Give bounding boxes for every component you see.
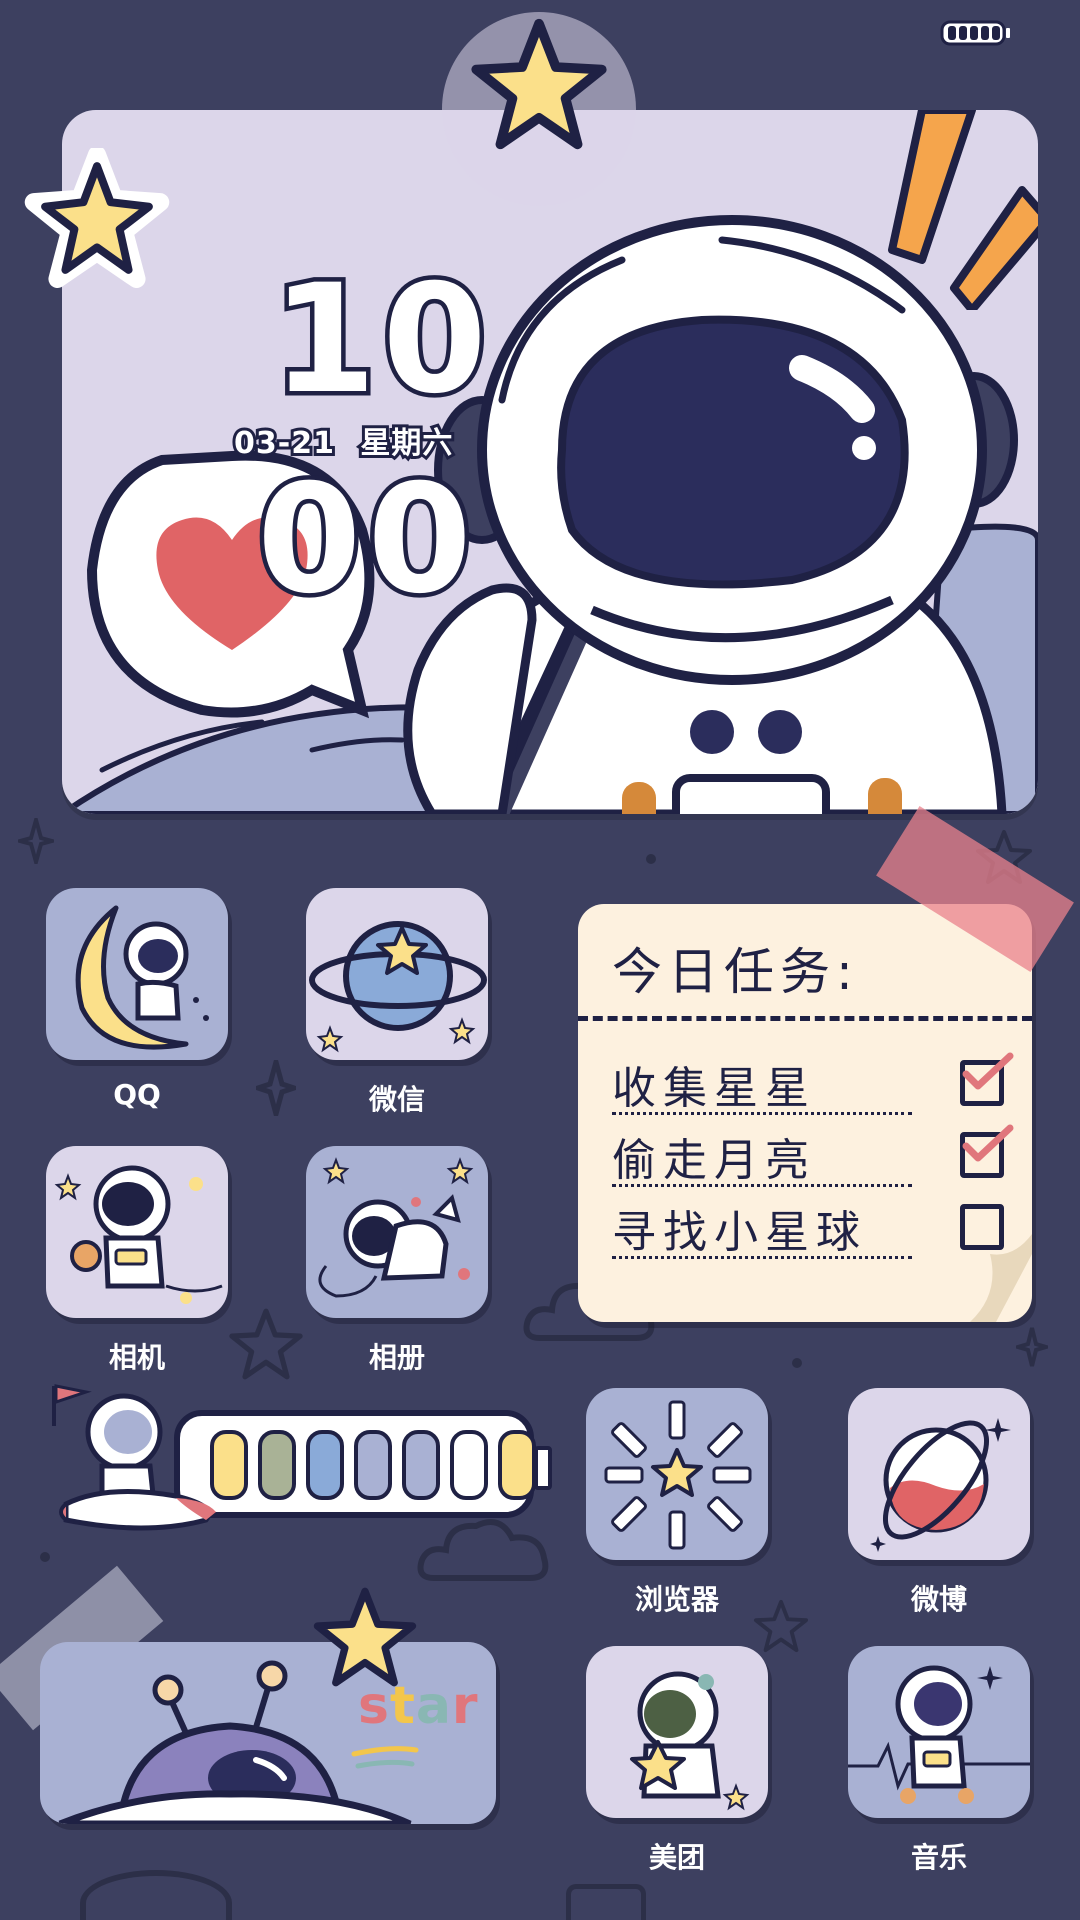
progress-segment [402, 1430, 440, 1500]
app-label: 浏览器 [634, 1583, 719, 1616]
app-meituan[interactable]: 美团 [586, 1646, 768, 1876]
app-label: QQ [113, 1078, 161, 1111]
bg-sparkle-icon [256, 1060, 296, 1116]
star-icon [471, 18, 607, 150]
progress-segment [258, 1430, 296, 1500]
bg-dot [40, 1552, 50, 1562]
todo-item-text: 收集星星 [612, 1063, 816, 1114]
progress-segment [450, 1430, 488, 1500]
clock-widget[interactable]: 10 03-21 星期六 00 [62, 110, 1038, 814]
star-widget[interactable]: star [40, 1642, 496, 1824]
check-mark-icon [962, 1052, 1014, 1090]
planet-star-icon [309, 921, 487, 1053]
app-qq[interactable]: QQ [46, 888, 228, 1111]
app-tile[interactable] [46, 1146, 228, 1318]
clock-minutes: 00 [253, 453, 478, 627]
progress-segment [306, 1430, 344, 1500]
app-label: 相机 [108, 1341, 165, 1374]
todo-title: 今日任务: [612, 943, 859, 1001]
app-label: 微信 [368, 1083, 425, 1116]
app-label: 音乐 [910, 1841, 967, 1874]
page-curl [970, 1234, 1032, 1322]
app-tile[interactable] [848, 1388, 1030, 1560]
progress-widget[interactable] [46, 1380, 552, 1550]
app-camera[interactable]: 相机 [46, 1146, 228, 1376]
bg-dot [646, 854, 656, 864]
app-label: 微博 [910, 1583, 967, 1616]
battery-icon [940, 20, 1010, 46]
app-tile[interactable] [586, 1388, 768, 1560]
app-browser[interactable]: 浏览器 [586, 1388, 768, 1618]
star-icon [24, 148, 170, 288]
bg-dot [792, 1358, 802, 1368]
battery-cap [534, 1446, 552, 1490]
star-letter: r [451, 1676, 479, 1736]
astronaut-on-moon-icon [75, 905, 209, 1050]
todo-item-text: 偷走月亮 [612, 1135, 816, 1186]
app-wechat[interactable]: 微信 [306, 888, 488, 1118]
todo-item-text: 寻找小星球 [612, 1207, 867, 1258]
progress-segment [354, 1430, 392, 1500]
app-music[interactable]: 音乐 [848, 1646, 1030, 1876]
todo-item-underline [612, 1184, 912, 1187]
astronaut-hug-star-icon [630, 1671, 750, 1811]
progress-segment [498, 1430, 536, 1500]
todo-item[interactable]: 收集星星 [612, 1046, 1014, 1116]
planet-ring-icon [870, 1418, 1011, 1552]
app-label: 相册 [368, 1341, 425, 1374]
bg-sparkle-icon [18, 818, 54, 864]
app-weibo[interactable]: 微博 [848, 1388, 1030, 1618]
astronaut-dance-icon [848, 1665, 1030, 1804]
app-tile[interactable] [848, 1646, 1030, 1818]
todo-item-underline [612, 1112, 912, 1115]
todo-divider [578, 1016, 1032, 1021]
dock-edge [566, 1884, 646, 1920]
exclamation-lines-icon [888, 110, 1038, 310]
app-album[interactable]: 相册 [306, 1146, 488, 1376]
todo-item[interactable]: 偷走月亮 [612, 1118, 1014, 1188]
app-label: 美团 [648, 1841, 705, 1874]
app-tile[interactable] [306, 1146, 488, 1318]
app-tile[interactable] [46, 888, 228, 1060]
app-tile[interactable] [586, 1646, 768, 1818]
todo-item-underline [612, 1256, 912, 1259]
astronaut-dog-icon [318, 1157, 474, 1298]
bg-sparkle-icon [1016, 1327, 1048, 1367]
dock-edge [80, 1870, 232, 1920]
todo-item[interactable]: 寻找小星球 [612, 1190, 1004, 1260]
clock-hours: 10 [268, 253, 493, 427]
todo-note-widget[interactable]: 今日任务: 收集星星 偷走月亮 寻找小星球 [578, 904, 1032, 1322]
astronaut-camera-icon [54, 1165, 223, 1304]
sunburst-star-icon [604, 1400, 752, 1550]
bg-star-outline-icon [229, 1308, 303, 1380]
star-icon [313, 1587, 417, 1687]
check-mark-icon [962, 1124, 1014, 1162]
star-letter: a [415, 1676, 452, 1736]
app-tile[interactable] [306, 888, 488, 1060]
rocket-astronaut-icon [52, 1384, 216, 1531]
